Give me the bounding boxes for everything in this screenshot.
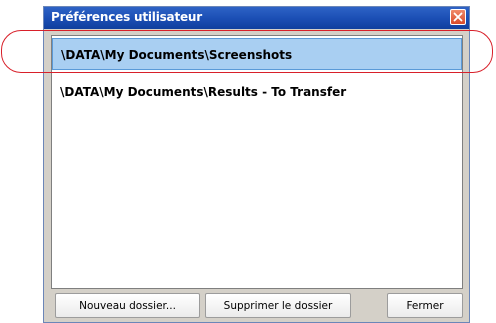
user-preferences-dialog: Préférences utilisateur \DATA\My Documen… — [43, 6, 470, 323]
folder-path: \DATA\My Documents\Screenshots — [61, 48, 293, 62]
folder-list-item[interactable]: \DATA\My Documents\Screenshots — [52, 38, 462, 70]
new-folder-label: Nouveau dossier... — [79, 299, 176, 312]
close-button[interactable]: Fermer — [387, 293, 463, 318]
delete-folder-label: Supprimer le dossier — [223, 299, 333, 312]
close-window-button[interactable] — [450, 9, 466, 25]
close-label: Fermer — [406, 299, 444, 312]
folder-list[interactable]: \DATA\My Documents\Screenshots \DATA\My … — [51, 35, 463, 289]
dialog-title: Préférences utilisateur — [51, 10, 202, 24]
folder-path: \DATA\My Documents\Results - To Transfer — [60, 85, 347, 99]
delete-folder-button[interactable]: Supprimer le dossier — [205, 293, 351, 318]
title-bar: Préférences utilisateur — [44, 7, 469, 29]
new-folder-button[interactable]: Nouveau dossier... — [55, 293, 200, 318]
folder-list-item[interactable]: \DATA\My Documents\Results - To Transfer — [52, 76, 462, 108]
close-icon — [453, 12, 463, 22]
